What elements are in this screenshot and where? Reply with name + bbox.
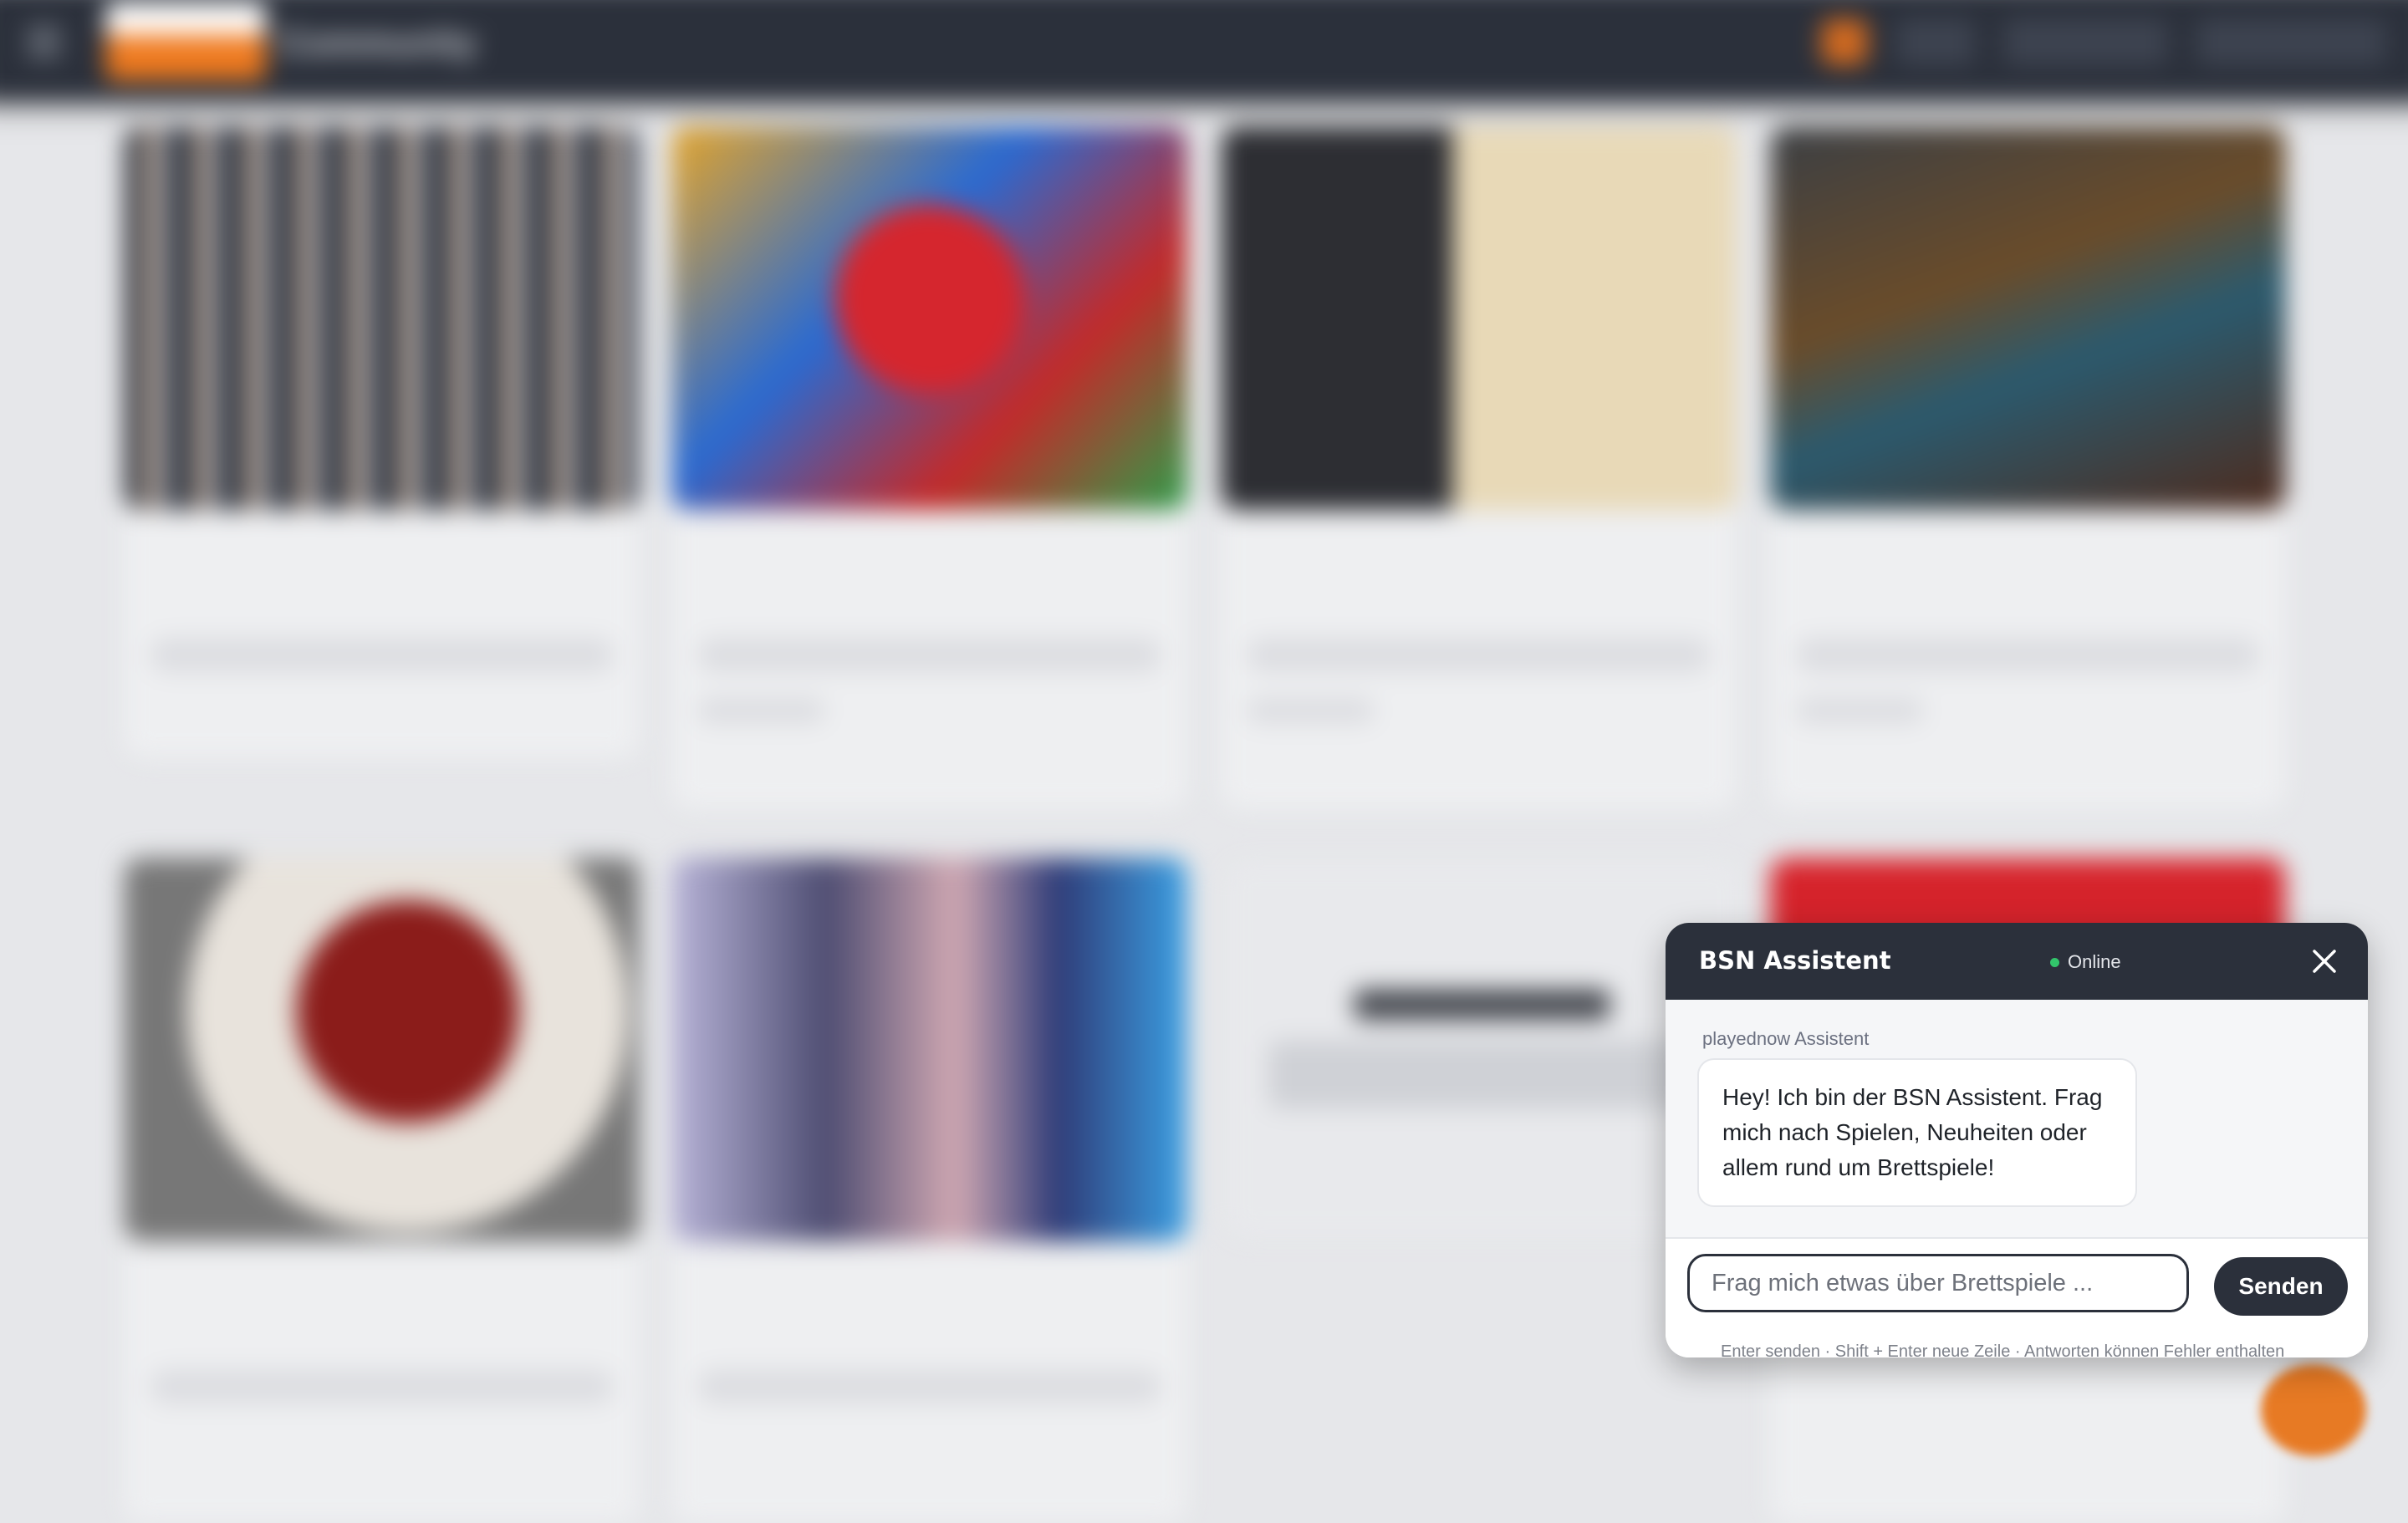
article-card	[1770, 126, 2286, 809]
card-title-placeholder	[1796, 536, 2260, 613]
card-meta	[150, 638, 615, 673]
chat-launcher-button[interactable]	[2261, 1364, 2366, 1456]
chat-title: BSN Assistent	[1699, 946, 1891, 975]
close-button[interactable]	[2304, 941, 2344, 981]
online-dot-icon	[2050, 957, 2059, 967]
promo-text-placeholder	[1268, 1040, 1696, 1109]
article-card	[671, 858, 1187, 1523]
chat-dialog: BSN Assistent Online playednow Assistent…	[1666, 923, 2368, 1357]
menu-icon	[27, 28, 62, 57]
community-label: Community	[279, 22, 477, 63]
card-image	[671, 858, 1187, 1242]
status-text: Online	[2068, 951, 2121, 972]
article-card	[671, 126, 1187, 809]
chat-input-row: Senden Enter senden · Shift + Enter neue…	[1666, 1237, 2368, 1357]
top-navigation-bar: Community	[0, 0, 2408, 101]
input-hint: Enter senden · Shift + Enter neue Zeile …	[1721, 1342, 2285, 1357]
article-card	[124, 126, 640, 758]
nav-pill-3	[2196, 18, 2386, 65]
site-logo	[105, 2, 267, 81]
card-title-placeholder	[150, 1267, 614, 1344]
card-image	[124, 126, 640, 511]
card-title-placeholder	[1247, 536, 1711, 613]
promo-card	[1226, 861, 1742, 1237]
card-title-placeholder	[697, 1267, 1161, 1344]
chat-header: BSN Assistent Online	[1666, 923, 2368, 1000]
close-icon	[2313, 950, 2336, 973]
nav-orange-button	[1821, 18, 1868, 65]
card-image	[1770, 126, 2286, 511]
card-meta	[1795, 638, 2260, 673]
article-card	[1221, 126, 1737, 809]
card-meta	[150, 1369, 615, 1404]
card-meta	[697, 1369, 1161, 1404]
card-meta	[697, 638, 1161, 673]
nav-pill-1	[1896, 18, 1976, 65]
promo-title-placeholder	[1354, 989, 1610, 1021]
card-meta	[1247, 638, 1711, 673]
card-image	[671, 126, 1187, 511]
status-indicator: Online	[2050, 951, 2121, 973]
card-meta	[1247, 697, 1375, 724]
card-title-placeholder	[150, 536, 614, 613]
article-card	[124, 858, 640, 1523]
card-image	[1221, 126, 1737, 511]
card-image	[124, 858, 640, 1242]
card-title-placeholder	[697, 536, 1161, 613]
message-sender: playednow Assistent	[1702, 1028, 1870, 1049]
card-meta	[697, 697, 826, 724]
nav-pill-2	[2003, 18, 2168, 65]
card-meta	[1795, 697, 1924, 724]
assistant-message-bubble: Hey! Ich bin der BSN Assistent. Frag mic…	[1697, 1058, 2137, 1207]
chat-input[interactable]	[1687, 1254, 2189, 1312]
nav-actions	[1821, 18, 2386, 65]
send-button[interactable]: Senden	[2214, 1257, 2348, 1316]
